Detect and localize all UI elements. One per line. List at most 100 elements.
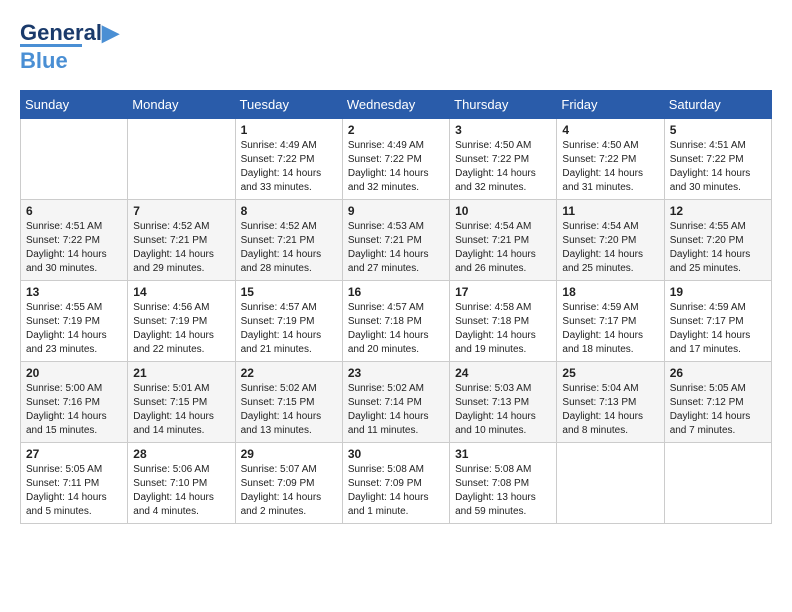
calendar-cell: 7Sunrise: 4:52 AMSunset: 7:21 PMDaylight… [128, 200, 235, 281]
calendar-cell: 1Sunrise: 4:49 AMSunset: 7:22 PMDaylight… [235, 119, 342, 200]
day-info: Sunrise: 5:01 AMSunset: 7:15 PMDaylight:… [133, 382, 229, 438]
day-number: 24 [455, 366, 551, 380]
day-info: Sunrise: 5:02 AMSunset: 7:15 PMDaylight:… [241, 382, 337, 438]
day-number: 25 [562, 366, 658, 380]
calendar-cell: 31 Sunrise: 5:08 AMSunset: 7:08 PMDayligh… [450, 443, 557, 524]
day-info: Sunrise: 5:02 AMSunset: 7:14 PMDaylight:… [348, 382, 444, 438]
weekday-header-monday: Monday [128, 91, 235, 119]
day-number: 31 [455, 447, 551, 461]
day-number: 12 [670, 204, 766, 218]
calendar-cell: 25 Sunrise: 5:04 AMSunset: 7:13 PMDayligh… [557, 362, 664, 443]
day-number: 26 [670, 366, 766, 380]
calendar-week-row: 13Sunrise: 4:55 AMSunset: 7:19 PMDayligh… [21, 281, 772, 362]
weekday-header-friday: Friday [557, 91, 664, 119]
calendar-cell: 28 Sunrise: 5:06 AMSunset: 7:10 PMDayligh… [128, 443, 235, 524]
calendar-cell: 14 Sunrise: 4:56 AMSunset: 7:19 PMDayligh… [128, 281, 235, 362]
day-info: Sunrise: 4:57 AMSunset: 7:18 PMDaylight:… [348, 301, 444, 357]
day-number: 6 [26, 204, 122, 218]
day-info: Sunrise: 5:05 AMSunset: 7:12 PMDaylight:… [670, 382, 766, 438]
day-info: Sunrise: 4:49 AMSunset: 7:22 PMDaylight:… [348, 139, 444, 195]
weekday-header-sunday: Sunday [21, 91, 128, 119]
day-info: Sunrise: 4:52 AMSunset: 7:21 PMDaylight:… [133, 220, 229, 276]
day-info: Sunrise: 4:50 AMSunset: 7:22 PMDaylight:… [455, 139, 551, 195]
calendar-cell: 26 Sunrise: 5:05 AMSunset: 7:12 PMDayligh… [664, 362, 771, 443]
calendar-cell: 19 Sunrise: 4:59 AMSunset: 7:17 PMDayligh… [664, 281, 771, 362]
day-info: Sunrise: 5:04 AMSunset: 7:13 PMDaylight:… [562, 382, 658, 438]
day-number: 8 [241, 204, 337, 218]
day-number: 4 [562, 123, 658, 137]
calendar-cell: 12 Sunrise: 4:55 AMSunset: 7:20 PMDayligh… [664, 200, 771, 281]
day-info: Sunrise: 4:54 AMSunset: 7:21 PMDaylight:… [455, 220, 551, 276]
calendar-cell: 18 Sunrise: 4:59 AMSunset: 7:17 PMDayligh… [557, 281, 664, 362]
calendar-cell: 15 Sunrise: 4:57 AMSunset: 7:19 PMDayligh… [235, 281, 342, 362]
page-header: General▶ Blue [20, 20, 772, 74]
day-number: 30 [348, 447, 444, 461]
calendar-cell: 16 Sunrise: 4:57 AMSunset: 7:18 PMDayligh… [342, 281, 449, 362]
weekday-header-saturday: Saturday [664, 91, 771, 119]
calendar-cell: 13Sunrise: 4:55 AMSunset: 7:19 PMDayligh… [21, 281, 128, 362]
day-number: 15 [241, 285, 337, 299]
logo-blue-text: Blue [20, 44, 82, 74]
calendar-cell: 9Sunrise: 4:53 AMSunset: 7:21 PMDaylight… [342, 200, 449, 281]
day-number: 27 [26, 447, 122, 461]
calendar-cell: 6 Sunrise: 4:51 AMSunset: 7:22 PMDaylight… [21, 200, 128, 281]
calendar-cell: 10 Sunrise: 4:54 AMSunset: 7:21 PMDayligh… [450, 200, 557, 281]
day-number: 21 [133, 366, 229, 380]
day-info: Sunrise: 4:56 AMSunset: 7:19 PMDaylight:… [133, 301, 229, 357]
day-number: 13 [26, 285, 122, 299]
logo: General▶ Blue [20, 20, 119, 74]
day-number: 23 [348, 366, 444, 380]
day-info: Sunrise: 5:07 AMSunset: 7:09 PMDaylight:… [241, 463, 337, 519]
day-info: Sunrise: 5:08 AMSunset: 7:09 PMDaylight:… [348, 463, 444, 519]
day-info: Sunrise: 4:59 AMSunset: 7:17 PMDaylight:… [562, 301, 658, 357]
day-number: 18 [562, 285, 658, 299]
calendar-cell: 17Sunrise: 4:58 AMSunset: 7:18 PMDayligh… [450, 281, 557, 362]
day-info: Sunrise: 4:51 AMSunset: 7:22 PMDaylight:… [26, 220, 122, 276]
day-info: Sunrise: 4:51 AMSunset: 7:22 PMDaylight:… [670, 139, 766, 195]
logo-text: General▶ [20, 20, 119, 46]
day-number: 19 [670, 285, 766, 299]
day-number: 3 [455, 123, 551, 137]
calendar-cell: 11Sunrise: 4:54 AMSunset: 7:20 PMDayligh… [557, 200, 664, 281]
calendar-table: SundayMondayTuesdayWednesdayThursdayFrid… [20, 90, 772, 524]
day-number: 22 [241, 366, 337, 380]
day-number: 28 [133, 447, 229, 461]
day-number: 16 [348, 285, 444, 299]
day-number: 29 [241, 447, 337, 461]
calendar-cell [664, 443, 771, 524]
calendar-cell: 21 Sunrise: 5:01 AMSunset: 7:15 PMDayligh… [128, 362, 235, 443]
weekday-header-wednesday: Wednesday [342, 91, 449, 119]
calendar-cell: 8 Sunrise: 4:52 AMSunset: 7:21 PMDaylight… [235, 200, 342, 281]
day-info: Sunrise: 5:05 AMSunset: 7:11 PMDaylight:… [26, 463, 122, 519]
calendar-cell: 23 Sunrise: 5:02 AMSunset: 7:14 PMDayligh… [342, 362, 449, 443]
day-info: Sunrise: 5:06 AMSunset: 7:10 PMDaylight:… [133, 463, 229, 519]
weekday-header-thursday: Thursday [450, 91, 557, 119]
day-number: 5 [670, 123, 766, 137]
calendar-cell: 5 Sunrise: 4:51 AMSunset: 7:22 PMDaylight… [664, 119, 771, 200]
day-number: 11 [562, 204, 658, 218]
day-number: 2 [348, 123, 444, 137]
weekday-header-tuesday: Tuesday [235, 91, 342, 119]
calendar-cell: 4 Sunrise: 4:50 AMSunset: 7:22 PMDaylight… [557, 119, 664, 200]
calendar-week-row: 1Sunrise: 4:49 AMSunset: 7:22 PMDaylight… [21, 119, 772, 200]
day-info: Sunrise: 4:59 AMSunset: 7:17 PMDaylight:… [670, 301, 766, 357]
day-info: Sunrise: 5:03 AMSunset: 7:13 PMDaylight:… [455, 382, 551, 438]
calendar-cell: 27 Sunrise: 5:05 AMSunset: 7:11 PMDayligh… [21, 443, 128, 524]
calendar-cell [557, 443, 664, 524]
day-info: Sunrise: 4:52 AMSunset: 7:21 PMDaylight:… [241, 220, 337, 276]
day-info: Sunrise: 4:50 AMSunset: 7:22 PMDaylight:… [562, 139, 658, 195]
calendar-cell: 20Sunrise: 5:00 AMSunset: 7:16 PMDayligh… [21, 362, 128, 443]
weekday-header-row: SundayMondayTuesdayWednesdayThursdayFrid… [21, 91, 772, 119]
calendar-week-row: 20Sunrise: 5:00 AMSunset: 7:16 PMDayligh… [21, 362, 772, 443]
calendar-cell [128, 119, 235, 200]
day-info: Sunrise: 4:53 AMSunset: 7:21 PMDaylight:… [348, 220, 444, 276]
day-info: Sunrise: 4:57 AMSunset: 7:19 PMDaylight:… [241, 301, 337, 357]
calendar-cell: 29 Sunrise: 5:07 AMSunset: 7:09 PMDayligh… [235, 443, 342, 524]
day-info: Sunrise: 4:55 AMSunset: 7:20 PMDaylight:… [670, 220, 766, 276]
day-number: 10 [455, 204, 551, 218]
calendar-cell: 2 Sunrise: 4:49 AMSunset: 7:22 PMDaylight… [342, 119, 449, 200]
day-info: Sunrise: 5:08 AMSunset: 7:08 PMDaylight:… [455, 463, 551, 519]
day-info: Sunrise: 4:58 AMSunset: 7:18 PMDaylight:… [455, 301, 551, 357]
calendar-week-row: 27 Sunrise: 5:05 AMSunset: 7:11 PMDayligh… [21, 443, 772, 524]
day-number: 14 [133, 285, 229, 299]
